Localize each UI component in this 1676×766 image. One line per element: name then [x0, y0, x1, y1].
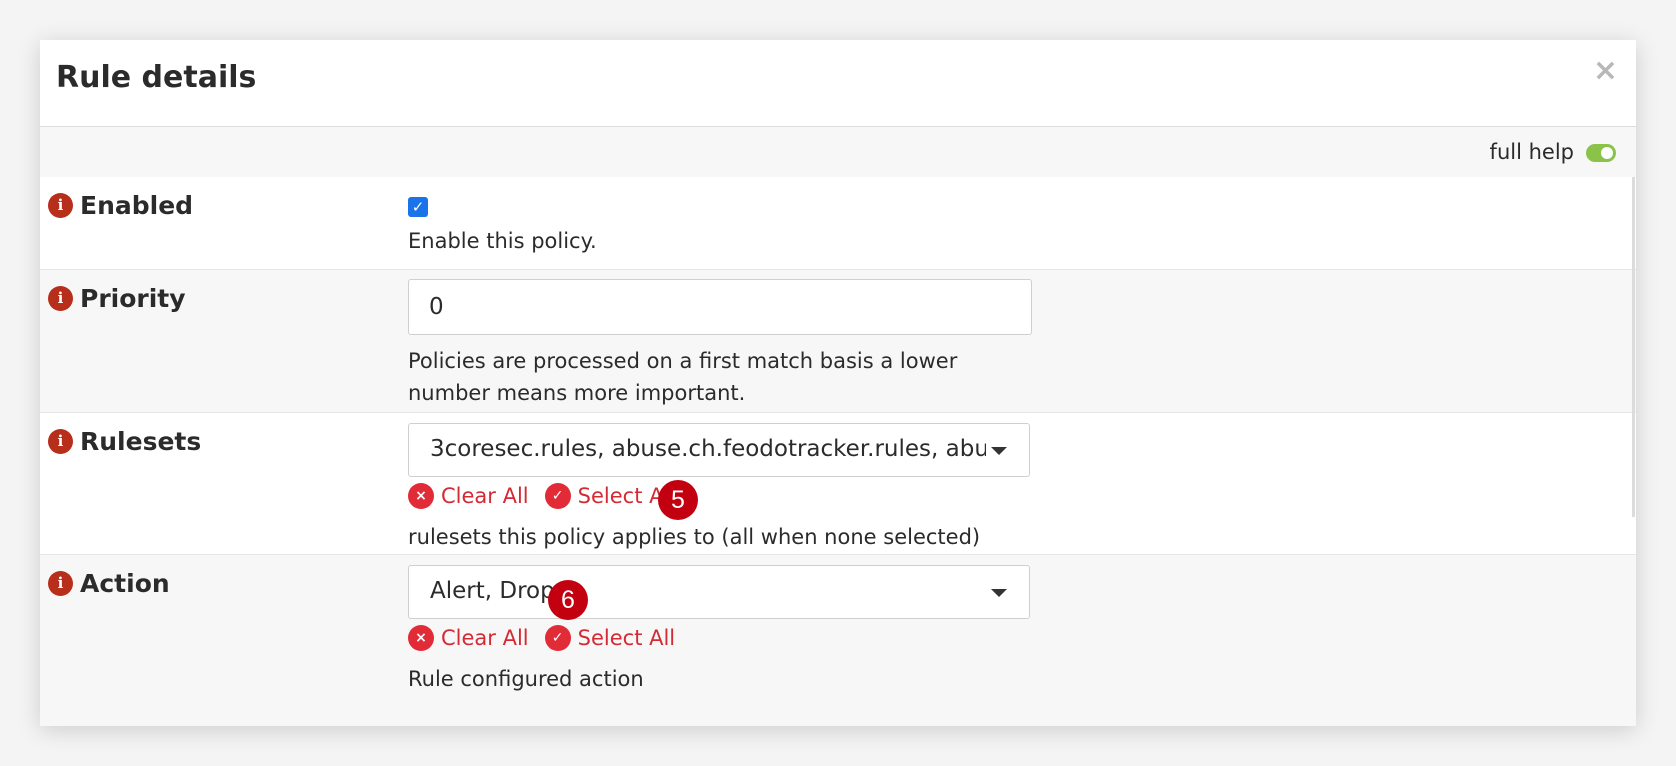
toggle-knob [1601, 147, 1613, 159]
action-help: Rule configured action [408, 667, 644, 691]
enabled-label: Enabled [80, 191, 194, 220]
info-icon[interactable]: i [48, 193, 73, 218]
action-select-all-link[interactable]: ✓ Select All [544, 625, 676, 651]
full-help-toggle[interactable] [1586, 144, 1616, 162]
info-icon[interactable]: i [48, 429, 73, 454]
annotation-badge-5: 5 [658, 480, 698, 520]
annotation-badge-6: 6 [548, 580, 588, 620]
rulesets-label-group: i Rulesets [48, 427, 201, 456]
close-icon[interactable]: × [1593, 56, 1618, 86]
clear-all-label: Clear All [441, 626, 529, 650]
chevron-down-icon [991, 447, 1007, 455]
rulesets-actions: × Clear All ✓ Select All [408, 483, 691, 509]
rulesets-select-all-link[interactable]: ✓ Select All [544, 483, 675, 509]
row-rulesets: i Rulesets 3coresec.rules, abuse.ch.feod… [40, 413, 1636, 555]
enabled-label-group: i Enabled [48, 191, 193, 220]
rule-details-modal: Rule details × full help i Enabled ✓ Ena… [40, 40, 1636, 726]
action-clear-all-link[interactable]: × Clear All [408, 625, 529, 651]
rulesets-select[interactable]: 3coresec.rules, abuse.ch.feodotracker.ru… [408, 423, 1030, 477]
priority-input[interactable]: 0 [408, 279, 1032, 335]
rulesets-help: rulesets this policy applies to (all whe… [408, 525, 981, 549]
check-circle-icon: ✓ [544, 483, 571, 509]
enabled-help: Enable this policy. [408, 229, 597, 253]
help-bar: full help [40, 127, 1636, 178]
chevron-down-icon [991, 589, 1007, 597]
row-enabled: i Enabled ✓ Enable this policy. [40, 177, 1636, 270]
priority-label-group: i Priority [48, 284, 186, 313]
action-label-group: i Action [48, 569, 170, 598]
rulesets-selected-value: 3coresec.rules, abuse.ch.feodotracker.ru… [430, 436, 986, 462]
enabled-checkbox[interactable]: ✓ [408, 197, 428, 217]
enabled-control: ✓ [408, 197, 428, 217]
priority-help: Policies are processed on a first match … [408, 349, 958, 405]
info-icon[interactable]: i [48, 571, 73, 596]
clear-icon: × [408, 483, 434, 509]
modal-header: Rule details × [40, 40, 1636, 127]
priority-label: Priority [80, 284, 186, 313]
rulesets-clear-all-link[interactable]: × Clear All [408, 483, 529, 509]
rulesets-label: Rulesets [80, 427, 202, 456]
clear-icon: × [408, 625, 434, 651]
row-action: i Action Alert, Drop × Clear All ✓ Selec… [40, 555, 1636, 726]
select-all-label: Select All [577, 626, 676, 650]
action-selected-value: Alert, Drop [430, 578, 555, 604]
full-help-label: full help [1489, 140, 1574, 164]
check-circle-icon: ✓ [544, 625, 571, 651]
info-icon[interactable]: i [48, 286, 73, 311]
clear-all-label: Clear All [441, 484, 529, 508]
row-priority: i Priority 0 Policies are processed on a… [40, 270, 1636, 413]
modal-title: Rule details [56, 60, 257, 95]
action-select[interactable]: Alert, Drop [408, 565, 1030, 619]
action-label: Action [80, 569, 170, 598]
action-actions: × Clear All ✓ Select All [408, 625, 691, 651]
scrollbar[interactable] [1632, 177, 1635, 517]
